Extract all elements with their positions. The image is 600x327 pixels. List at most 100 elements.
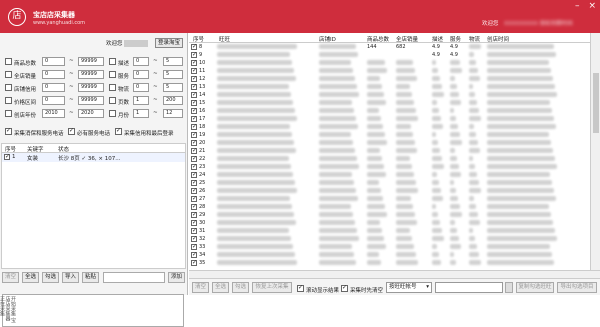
result-row[interactable]: 11 bbox=[189, 67, 590, 75]
row-checkbox[interactable] bbox=[191, 139, 197, 146]
row-checkbox[interactable] bbox=[191, 123, 197, 130]
row-checkbox[interactable] bbox=[191, 235, 197, 242]
min-input[interactable]: 0 bbox=[133, 70, 149, 79]
result-row[interactable]: 10 bbox=[189, 59, 590, 67]
result-row[interactable]: 14 bbox=[189, 91, 590, 99]
checkbox[interactable] bbox=[5, 110, 12, 117]
result-row[interactable]: 16 bbox=[189, 107, 590, 115]
row-checkbox[interactable] bbox=[191, 147, 197, 154]
row-checkbox[interactable] bbox=[191, 155, 197, 162]
checkbox[interactable] bbox=[5, 84, 12, 91]
result-row[interactable]: 28 bbox=[189, 203, 590, 211]
checkbox[interactable] bbox=[5, 97, 12, 104]
max-input[interactable]: 99999 bbox=[78, 96, 104, 105]
max-input[interactable]: 5 bbox=[163, 57, 183, 66]
result-row[interactable]: 19 bbox=[189, 131, 590, 139]
result-row[interactable]: 24 bbox=[189, 171, 590, 179]
copy-checked-button[interactable]: 复制勾选旺旺 bbox=[516, 282, 554, 293]
result-row[interactable]: 23 bbox=[189, 163, 590, 171]
result-row[interactable]: 20 bbox=[189, 139, 590, 147]
login-taobao-button[interactable]: 登录淘宝 bbox=[155, 38, 183, 48]
account-input[interactable] bbox=[435, 282, 503, 293]
result-row[interactable]: 26 bbox=[189, 187, 590, 195]
max-input[interactable]: 2020 bbox=[78, 109, 104, 118]
clear-button[interactable]: 清空 bbox=[2, 272, 19, 283]
account-action-button[interactable] bbox=[505, 282, 513, 293]
checkbox[interactable] bbox=[5, 71, 12, 78]
max-input[interactable]: 99999 bbox=[78, 57, 104, 66]
export-checked-button[interactable]: 导出勾选项目 bbox=[557, 282, 597, 293]
row-checkbox[interactable] bbox=[191, 179, 197, 186]
min-input[interactable]: 0 bbox=[133, 83, 149, 92]
horizontal-scrollbar[interactable] bbox=[189, 270, 600, 278]
result-row[interactable]: 25 bbox=[189, 179, 590, 187]
min-input[interactable]: 0 bbox=[133, 57, 149, 66]
row-checkbox[interactable] bbox=[191, 163, 197, 170]
resume-button[interactable]: 恢复上次采集 bbox=[252, 282, 292, 293]
result-row[interactable]: 32 bbox=[189, 235, 590, 243]
row-checkbox[interactable] bbox=[191, 219, 197, 226]
import-button[interactable]: 导入 bbox=[62, 272, 79, 283]
min-input[interactable]: 0 bbox=[42, 70, 65, 79]
row-checkbox[interactable] bbox=[191, 195, 197, 202]
row-checkbox[interactable] bbox=[191, 51, 197, 58]
result-row[interactable]: 18 bbox=[189, 123, 590, 131]
result-row[interactable]: 13 bbox=[189, 83, 590, 91]
keyword-input[interactable] bbox=[103, 272, 165, 283]
row-checkbox[interactable] bbox=[191, 83, 197, 90]
row-checkbox[interactable] bbox=[191, 259, 197, 266]
min-input[interactable]: 1 bbox=[133, 109, 149, 118]
max-input[interactable]: 12 bbox=[163, 109, 183, 118]
result-row[interactable]: 21 bbox=[189, 147, 590, 155]
result-row[interactable]: 8 144 682 4.9 4.9 bbox=[189, 43, 590, 51]
row-checkbox[interactable] bbox=[191, 43, 197, 50]
vertical-scrollbar[interactable] bbox=[590, 33, 600, 270]
check-button[interactable]: 勾选 bbox=[42, 272, 59, 283]
result-row[interactable]: 15 bbox=[189, 99, 590, 107]
min-input[interactable]: 1 bbox=[133, 96, 149, 105]
checkbox[interactable] bbox=[109, 110, 116, 117]
min-input[interactable]: 0 bbox=[42, 57, 65, 66]
checkbox[interactable] bbox=[109, 97, 116, 104]
row-checkbox[interactable] bbox=[191, 91, 197, 98]
result-row[interactable]: 29 bbox=[189, 211, 590, 219]
minimize-icon[interactable]: – bbox=[575, 1, 580, 11]
row-checkbox[interactable] bbox=[191, 243, 197, 250]
min-input[interactable]: 2010 bbox=[42, 109, 65, 118]
row-checkbox[interactable] bbox=[191, 211, 197, 218]
keyword-row[interactable]: 1 女装 长沙 8页 ✓ 36, × 107... bbox=[2, 153, 185, 162]
min-input[interactable]: 0 bbox=[42, 83, 65, 92]
check-results-button[interactable]: 勾选 bbox=[232, 282, 249, 293]
row-checkbox[interactable] bbox=[191, 131, 197, 138]
add-button[interactable]: 添加 bbox=[168, 272, 185, 283]
result-row[interactable]: 27 bbox=[189, 195, 590, 203]
row-checkbox[interactable] bbox=[191, 187, 197, 194]
clear-results-button[interactable]: 清空 bbox=[192, 282, 209, 293]
row-checkbox[interactable] bbox=[191, 115, 197, 122]
result-row[interactable]: 22 bbox=[189, 155, 590, 163]
row-checkbox[interactable] bbox=[191, 171, 197, 178]
row-checkbox[interactable] bbox=[191, 59, 197, 66]
close-icon[interactable]: × bbox=[588, 1, 596, 11]
min-input[interactable]: 0 bbox=[42, 96, 65, 105]
result-row[interactable]: 9 4.9 4.9 bbox=[189, 51, 590, 59]
paste-button[interactable]: 粘贴 bbox=[82, 272, 99, 283]
checkbox[interactable] bbox=[109, 58, 116, 65]
row-checkbox[interactable] bbox=[191, 75, 197, 82]
row-checkbox[interactable] bbox=[191, 227, 197, 234]
result-row[interactable]: 31 bbox=[189, 227, 590, 235]
row-checkbox[interactable] bbox=[191, 251, 197, 258]
row-checkbox[interactable] bbox=[191, 67, 197, 74]
row-checkbox[interactable] bbox=[191, 99, 197, 106]
max-input[interactable]: 99999 bbox=[78, 70, 104, 79]
select-all-results-button[interactable]: 全选 bbox=[212, 282, 229, 293]
row-checkbox[interactable] bbox=[191, 107, 197, 114]
result-row[interactable]: 34 bbox=[189, 251, 590, 259]
result-row[interactable]: 35 bbox=[189, 259, 590, 267]
max-input[interactable]: 99999 bbox=[78, 83, 104, 92]
max-input[interactable]: 200 bbox=[163, 96, 183, 105]
checkbox[interactable] bbox=[5, 58, 12, 65]
checkbox[interactable] bbox=[109, 84, 116, 91]
max-input[interactable]: 5 bbox=[163, 83, 183, 92]
row-checkbox[interactable] bbox=[4, 153, 10, 160]
